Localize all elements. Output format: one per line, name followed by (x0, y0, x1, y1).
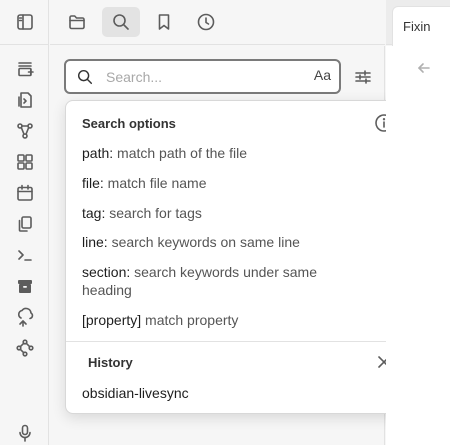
editor-body (386, 46, 450, 445)
history-item[interactable]: obsidian-livesync (82, 385, 189, 401)
tab-recent[interactable] (187, 7, 225, 37)
archive-icon[interactable] (12, 273, 38, 299)
templates-icon[interactable] (12, 149, 38, 175)
daily-note-icon[interactable] (12, 180, 38, 206)
history-heading: History (88, 355, 133, 370)
match-case-toggle[interactable]: Aa (314, 67, 331, 83)
sync-icon[interactable] (12, 304, 38, 330)
open-quick-switcher-icon[interactable] (12, 87, 38, 113)
sliders-icon (355, 70, 371, 84)
workflow-icon[interactable] (12, 335, 38, 361)
search-settings-button[interactable] (350, 64, 376, 90)
clock-icon (197, 13, 215, 31)
new-canvas-icon[interactable] (12, 56, 38, 82)
left-ribbon (0, 0, 49, 445)
search-option-line[interactable]: line: search keywords on same line (82, 233, 392, 251)
sidebar-toggle-icon[interactable] (15, 12, 35, 32)
tab-search[interactable] (102, 7, 140, 37)
command-palette-icon[interactable] (12, 242, 38, 268)
back-arrow-icon[interactable] (416, 60, 432, 76)
search-input[interactable] (106, 67, 306, 87)
search-option-file[interactable]: file: match file name (82, 174, 392, 192)
graph-view-icon[interactable] (12, 118, 38, 144)
folder-icon (69, 15, 85, 30)
editor-tab[interactable]: Fixin (392, 6, 450, 46)
search-option-section[interactable]: section: search keywords under same head… (82, 263, 367, 299)
search-options-heading: Search options (82, 116, 176, 131)
copy-icon[interactable] (12, 211, 38, 237)
bookmark-icon (158, 14, 170, 30)
search-option-property[interactable]: [property] match property (82, 311, 392, 329)
sidebar-header (50, 0, 385, 45)
editor-tab-strip: Fixin (386, 0, 450, 46)
tab-bookmarks[interactable] (145, 7, 183, 37)
ribbon-header (0, 0, 49, 45)
popup-divider (66, 341, 406, 342)
search-options-popup: Search options path: match path of the f… (65, 100, 407, 414)
search-option-tag[interactable]: tag: search for tags (82, 204, 392, 222)
search-option-path[interactable]: path: match path of the file (82, 144, 392, 162)
tab-files[interactable] (58, 7, 96, 37)
search-box[interactable]: Aa (64, 59, 341, 94)
search-icon (113, 14, 129, 30)
microphone-icon[interactable] (12, 420, 38, 445)
search-input-icon (76, 68, 94, 86)
